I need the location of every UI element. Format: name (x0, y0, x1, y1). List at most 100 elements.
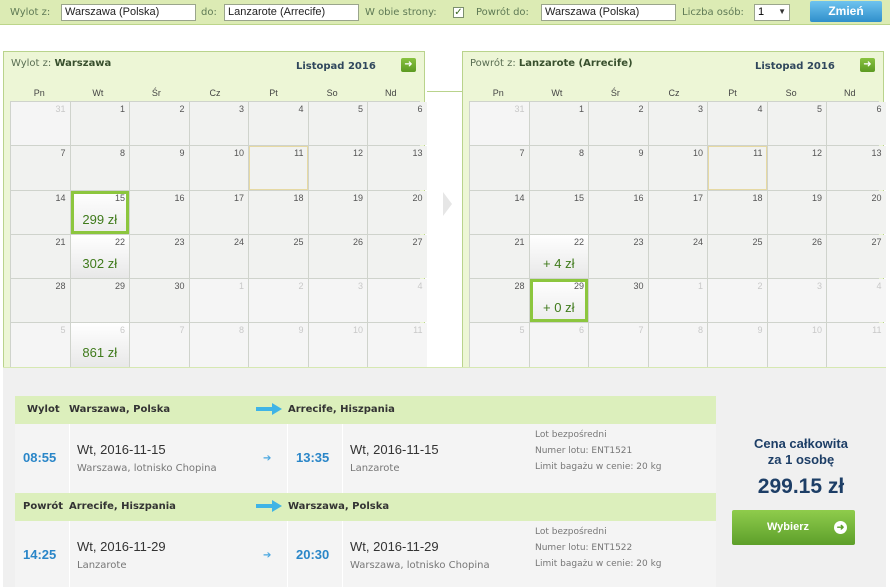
calendar-day[interactable]: 29 (70, 279, 129, 323)
outbound-calendar-title: Wylot z: Warszawa (11, 58, 111, 69)
calendar-day: 8 (648, 323, 707, 367)
day-number: 10 (352, 325, 363, 336)
calendar-connector (427, 91, 463, 92)
day-number: 14 (55, 192, 66, 203)
calendar-day[interactable]: 12 (767, 146, 826, 190)
calendar-day[interactable]: 5 (308, 102, 367, 146)
calendar-day[interactable]: 15 299 zł (70, 190, 129, 234)
calendar-day[interactable]: 8 (529, 146, 588, 190)
calendar-day: 11 (368, 323, 427, 367)
osob-label: Liczba osób: (682, 7, 744, 18)
calendar-day[interactable]: 6 (827, 102, 886, 146)
inbound-arr-time: 20:30 (296, 547, 330, 562)
calendar-day[interactable]: 27 (368, 234, 427, 279)
calendar-day[interactable]: 2 (589, 102, 648, 146)
calendar-day[interactable]: 3 (189, 102, 248, 146)
calendar-day[interactable]: 19 (767, 190, 826, 234)
calendar-day[interactable]: 29 + 0 zł (529, 279, 588, 323)
next-month-arrow-icon[interactable]: ➜ (860, 58, 875, 72)
day-number: 4 (417, 281, 423, 292)
calendar-day[interactable]: 17 (189, 190, 248, 234)
do-input[interactable]: Lanzarote (Arrecife) (224, 4, 359, 21)
day-number: 3 (697, 104, 703, 114)
calendar-day[interactable]: 14 (11, 190, 70, 234)
calendar-day: 10 (767, 323, 826, 367)
calendar-day[interactable]: 10 (648, 146, 707, 190)
calendar-day[interactable]: 2 (130, 102, 189, 146)
calendar-day[interactable]: 13 (827, 146, 886, 190)
inbound-dep-date: Wt, 2016-11-29 (77, 539, 166, 554)
select-button[interactable]: Wybierz ➜ (732, 510, 855, 545)
day-number: 22 (573, 236, 584, 247)
calendar-day[interactable]: 22 302 zł (70, 234, 129, 279)
calendar-day[interactable]: 27 (827, 234, 886, 279)
calendar-day[interactable]: 18 (708, 190, 767, 234)
day-number: 15 (114, 192, 125, 203)
calendar-day[interactable]: 25 (249, 234, 308, 279)
calendar-day[interactable]: 26 (767, 234, 826, 279)
calendar-day[interactable]: 13 (368, 146, 427, 190)
outbound-info-direct: Lot bezpośredni (535, 430, 607, 440)
weekday-label: Wt (551, 88, 563, 98)
calendar-day[interactable]: 20 (368, 190, 427, 234)
calendar-day[interactable]: 30 (130, 279, 189, 323)
calendar-day[interactable]: 20 (827, 190, 886, 234)
calendar-day[interactable]: 6 (368, 102, 427, 146)
calendar-day[interactable]: 10 (189, 146, 248, 190)
change-button[interactable]: Zmień (810, 1, 882, 22)
day-number: 30 (633, 281, 644, 292)
calendar-day[interactable]: 21 (11, 234, 70, 279)
day-number: 5 (816, 104, 822, 114)
calendar-day[interactable]: 3 (648, 102, 707, 146)
calendar-day[interactable]: 16 (130, 190, 189, 234)
arrow-right-icon: ➜ (834, 521, 847, 534)
calendar-day[interactable]: 30 (589, 279, 648, 323)
weekday-header: Pn Wt Śr Cz Pt So Nd (10, 85, 420, 101)
arrow-right-icon: ➔ (263, 453, 272, 464)
calendar-day[interactable]: 5 (767, 102, 826, 146)
calendar-day[interactable]: 23 (130, 234, 189, 279)
day-number: 20 (412, 192, 423, 203)
calendar-day[interactable]: 15 (529, 190, 588, 234)
calendar-day[interactable]: 4 (249, 102, 308, 146)
calendar-day[interactable]: 1 (70, 102, 129, 146)
passengers-select[interactable]: 1 ▼ (754, 4, 790, 21)
wylot-input[interactable]: Warszawa (Polska) (61, 4, 196, 21)
calendar-day[interactable]: 24 (189, 234, 248, 279)
day-number: 21 (514, 236, 525, 247)
calendar-day[interactable]: 17 (648, 190, 707, 234)
calendar-day[interactable]: 11 (708, 146, 767, 190)
next-month-arrow-icon[interactable]: ➜ (401, 58, 416, 72)
calendar-day[interactable]: 24 (648, 234, 707, 279)
calendar-day[interactable]: 4 (708, 102, 767, 146)
calendar-day[interactable]: 22 + 4 zł (529, 234, 588, 279)
round-trip-checkbox[interactable]: ✓ (453, 7, 464, 18)
outbound-label: Wylot (27, 404, 60, 415)
calendar-day[interactable]: 7 (470, 146, 529, 190)
weekday-label: Wt (92, 88, 104, 98)
calendar-day[interactable]: 7 (11, 146, 70, 190)
calendar-day[interactable]: 12 (308, 146, 367, 190)
calendar-day[interactable]: 1 (529, 102, 588, 146)
calendar-day[interactable]: 21 (470, 234, 529, 279)
outbound-dep-airport: Warszawa, lotnisko Chopina (77, 463, 217, 474)
inbound-flight: 14:25 Wt, 2016-11-29 Lanzarote ➔ 20:30 W… (15, 521, 716, 587)
calendar-day[interactable]: 9 (130, 146, 189, 190)
calendar-day[interactable]: 26 (308, 234, 367, 279)
powrot-input[interactable]: Warszawa (Polska) (541, 4, 676, 21)
calendar-day[interactable]: 16 (589, 190, 648, 234)
calendar-day[interactable]: 9 (589, 146, 648, 190)
calendar-day[interactable]: 18 (249, 190, 308, 234)
day-number: 12 (811, 148, 822, 159)
outbound-month: Listopad 2016 (296, 61, 376, 72)
calendar-day[interactable]: 25 (708, 234, 767, 279)
outbound-info-flight-number: Numer lotu: ENT1521 (535, 446, 633, 456)
calendar-day[interactable]: 8 (70, 146, 129, 190)
calendar-day[interactable]: 11 (249, 146, 308, 190)
calendar-day[interactable]: 28 (470, 279, 529, 323)
calendar-day: 2 (249, 279, 308, 323)
calendar-day[interactable]: 19 (308, 190, 367, 234)
calendar-day[interactable]: 28 (11, 279, 70, 323)
calendar-day[interactable]: 14 (470, 190, 529, 234)
calendar-day[interactable]: 23 (589, 234, 648, 279)
